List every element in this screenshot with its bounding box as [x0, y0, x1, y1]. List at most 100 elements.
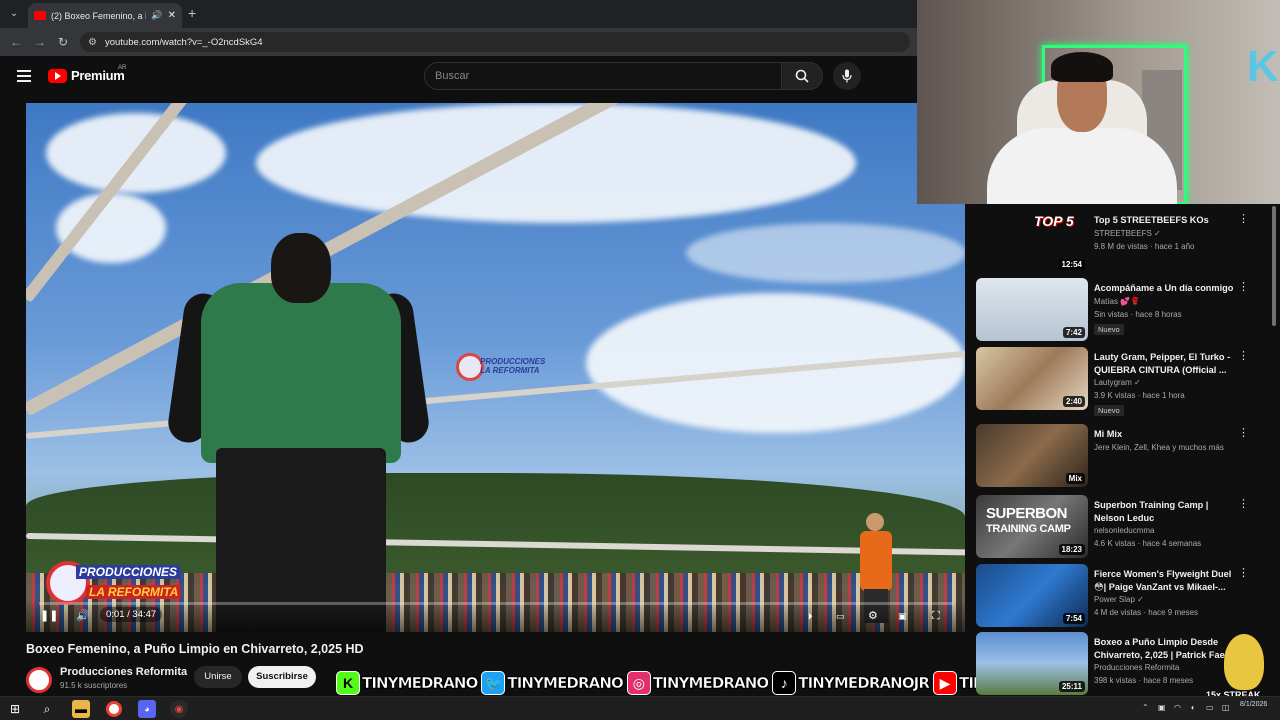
active-tab[interactable]: (2) Boxeo Femenino, a Puño Limpio 🔊 ✕	[28, 3, 182, 28]
recommended-title[interactable]: Acompáñame a Un día conmigo	[1094, 282, 1240, 295]
country-code: AR	[118, 65, 127, 71]
voice-search-button[interactable]	[833, 62, 861, 90]
volume-icon[interactable]: 🔊	[76, 609, 90, 623]
channel-avatar[interactable]	[26, 667, 52, 693]
site-info-icon[interactable]: ⚙	[88, 37, 97, 48]
social-handle: 🐦 TINYMEDRANO	[481, 671, 624, 695]
recommended-title[interactable]: Superbon Training Camp | Nelson Leduc	[1094, 499, 1240, 525]
recommended-channel[interactable]: Matías 💕🌹	[1094, 297, 1140, 306]
subscriber-count: 91.5 k suscriptores	[60, 681, 128, 690]
progress-bar[interactable]	[38, 602, 953, 605]
video-thumbnail[interactable]: 7:42	[976, 278, 1088, 341]
channel-name[interactable]: Producciones Reformita	[60, 666, 187, 678]
subtitles-icon[interactable]: ▭	[836, 609, 845, 623]
windows-taskbar: ⊞ ⌕ ▬ ◕ ◉ ⌃ ▣ ◠ ◖ ▭ ◫ 8/1/2026	[0, 696, 1280, 720]
recommended-title[interactable]: Lauty Gram, Peipper, El Turko - QUIEBRA …	[1094, 351, 1240, 377]
search-input[interactable]: Buscar	[424, 62, 782, 90]
view-count-and-age: 3.9 K vistas · hace 1 hora	[1094, 391, 1185, 400]
miniplayer-icon[interactable]: ▣	[898, 609, 907, 623]
recommended-video[interactable]: Mix Mi Mix Jere Klein, Zell, Khea y muchos…	[976, 422, 1266, 488]
recommended-channel[interactable]: Power Slap ✓	[1094, 595, 1144, 604]
verified-check-icon: ✓	[1134, 595, 1144, 604]
channel-name-text: Lautygram	[1094, 378, 1132, 387]
forward-arrow-icon[interactable]: →	[34, 34, 46, 50]
video-thumbnail[interactable]: 25:11	[976, 632, 1088, 695]
video-thumbnail[interactable]: 2:40	[976, 347, 1088, 410]
notifications-icon[interactable]: ◫	[1222, 703, 1230, 712]
chrome-icon[interactable]	[106, 701, 122, 717]
video-player[interactable]: PRODUCCIONES LA REFORMITA PRODUCCIONES LA…	[26, 103, 965, 632]
recommended-video[interactable]: SUPERBON TRAINING CAMP 18:23 Superbon Train…	[976, 493, 1266, 559]
channel-watermark: PRODUCCIONES LA REFORMITA	[46, 561, 186, 605]
pause-icon[interactable]: ❚❚	[40, 609, 58, 623]
streamer-hair	[1051, 52, 1113, 82]
fullscreen-icon[interactable]: ⛶	[932, 609, 940, 623]
windows-start-icon[interactable]: ⊞	[6, 700, 24, 718]
discord-icon[interactable]: ◕	[138, 700, 156, 718]
recommended-title[interactable]: Top 5 STREETBEEFS KOs	[1094, 214, 1240, 227]
join-button[interactable]: Unirse	[194, 666, 242, 688]
view-count-and-age: 4.6 K vistas · hace 4 semanas	[1094, 539, 1202, 548]
system-clock[interactable]: 8/1/2026	[1240, 700, 1267, 709]
speaker-icon[interactable]: 🔊	[151, 10, 162, 21]
search-button[interactable]	[781, 62, 823, 90]
video-thumbnail[interactable]: Mix	[976, 424, 1088, 487]
settings-gear-icon[interactable]: ⚙	[868, 609, 878, 623]
wifi-icon[interactable]: ◠	[1174, 703, 1181, 712]
recommended-channel[interactable]: STREETBEEFS ✓	[1094, 229, 1161, 238]
more-actions-icon[interactable]: ⋮	[1238, 428, 1249, 439]
more-actions-icon[interactable]: ⋮	[1238, 282, 1249, 293]
video-thumbnail[interactable]: 7:54	[976, 564, 1088, 627]
speaker-tray-icon[interactable]: ◖	[1190, 703, 1195, 712]
reload-icon[interactable]: ↻	[58, 34, 68, 50]
more-actions-icon[interactable]: ⋮	[1238, 351, 1249, 362]
file-explorer-icon[interactable]: ▬	[72, 700, 90, 718]
social-handle-text: TINYMEDRANO	[507, 674, 624, 693]
youtube-logo[interactable]: Premium AR	[48, 65, 127, 83]
channel-name-text: Jere Klein, Zell, Khea y muchos más	[1094, 443, 1224, 452]
recommended-title[interactable]: Fierce Women's Flyweight Duel 😳| Paige V…	[1094, 568, 1240, 594]
video-thumbnail[interactable]: TOP 5 12:54	[976, 210, 1088, 273]
new-badge: Nuevo	[1094, 324, 1124, 335]
battery-icon[interactable]: ▭	[1206, 703, 1214, 712]
duration-badge: 25:11	[1058, 681, 1085, 692]
menu-icon[interactable]	[17, 70, 31, 82]
view-count-and-age: Sin vistas · hace 8 horas	[1094, 310, 1182, 319]
recommended-video[interactable]: 2:40 Lauty Gram, Peipper, El Turko - QUIE…	[976, 345, 1266, 416]
obs-icon[interactable]: ◉	[170, 700, 188, 718]
channel-name-text: Matías 💕🌹	[1094, 297, 1141, 306]
channel-name-text: Power Slap	[1094, 595, 1135, 604]
more-actions-icon[interactable]: ⋮	[1238, 214, 1249, 225]
social-handle: K TINYMEDRANO	[336, 671, 479, 695]
more-actions-icon[interactable]: ⋮	[1238, 499, 1249, 510]
subscribe-button[interactable]: Suscribirse	[248, 666, 316, 688]
omnibox[interactable]: ⚙ youtube.com/watch?v=_-O2ncdSkG4	[80, 32, 910, 52]
more-actions-icon[interactable]: ⋮	[1238, 568, 1249, 579]
sidebar-scrollbar[interactable]	[1272, 206, 1276, 326]
tray-up-icon[interactable]: ⌃	[1142, 703, 1149, 712]
duration-badge: 7:54	[1062, 613, 1085, 624]
tab-search-icon[interactable]: ⌄	[6, 6, 22, 22]
video-thumbnail[interactable]: SUPERBON TRAINING CAMP 18:23	[976, 495, 1088, 558]
kick-logo-icon: K	[1247, 42, 1279, 91]
recommended-channel[interactable]: nelsonleducmma	[1094, 526, 1154, 535]
recommended-channel[interactable]: Jere Klein, Zell, Khea y muchos más	[1094, 443, 1224, 452]
search-icon[interactable]: ⌕	[38, 700, 56, 718]
streamer-body	[987, 128, 1177, 204]
youtube-play-icon	[48, 68, 67, 83]
new-tab-button[interactable]: +	[188, 6, 196, 20]
recommended-channel[interactable]: Producciones Reformita	[1094, 663, 1179, 672]
recommended-channel[interactable]: Lautygram ✓	[1094, 378, 1141, 387]
recommended-video[interactable]: TOP 5 12:54 Top 5 STREETBEEFS KOs STREETBEE…	[976, 208, 1266, 274]
autoplay-toggle[interactable]: ⏵	[808, 609, 813, 623]
youtube-favicon-icon	[34, 11, 46, 20]
duration-badge: 12:54	[1058, 259, 1085, 270]
twitter-icon: 🐦	[481, 671, 506, 695]
back-arrow-icon[interactable]: ←	[10, 34, 22, 50]
recommended-video[interactable]: 7:54 Fierce Women's Flyweight Duel 😳| Pai…	[976, 562, 1266, 628]
recommended-title[interactable]: Mi Mix	[1094, 428, 1240, 441]
recommended-video[interactable]: 7:42 Acompáñame a Un día conmigo Matías 💕🌹…	[976, 276, 1266, 342]
tray-app-icon[interactable]: ▣	[1158, 703, 1166, 712]
close-tab-icon[interactable]: ✕	[168, 10, 176, 21]
social-handle-text: TINYMEDRANO	[362, 674, 479, 693]
